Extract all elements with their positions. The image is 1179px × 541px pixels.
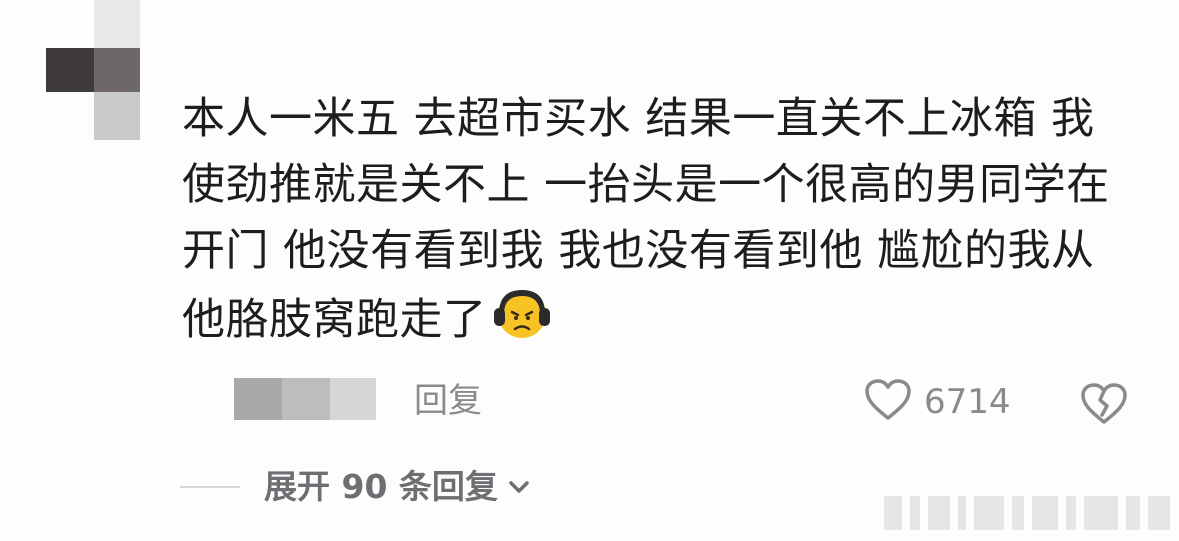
- watermark-block: [884, 496, 902, 530]
- dislike-button[interactable]: [1080, 382, 1128, 426]
- broken-heart-icon: [1080, 383, 1128, 430]
- avatar-mosaic-block: [94, 0, 140, 48]
- comment-line-last: 他胳肢窝跑走了: [182, 284, 1142, 350]
- watermark-block: [1066, 496, 1076, 530]
- avatar-mosaic-block: [46, 48, 94, 92]
- expand-replies-label: 展开 90 条回复: [264, 467, 498, 506]
- comment-actions: 回复 6714: [0, 370, 1179, 440]
- divider-line: [180, 486, 240, 488]
- comment-text: 本人一米五 去超市买水 结果一直关不上冰箱 我 使劲推就是关不上 一抬头是一个很…: [182, 86, 1142, 350]
- username-blurred[interactable]: [234, 378, 376, 420]
- watermark-block: [1126, 496, 1140, 530]
- like-button[interactable]: 6714: [864, 378, 1011, 426]
- watermark-block: [958, 496, 966, 530]
- chevron-down-icon: [506, 478, 532, 500]
- watermark-block: [1084, 496, 1118, 530]
- avatar[interactable]: [46, 0, 156, 140]
- expand-replies[interactable]: 展开 90 条回复: [180, 462, 532, 512]
- comment-line: 本人一米五 去超市买水 结果一直关不上冰箱 我: [182, 94, 1095, 144]
- watermark-block: [1032, 496, 1058, 530]
- comment-line: 他胳肢窝跑走了: [182, 295, 487, 345]
- watermark-block: [974, 496, 1004, 530]
- watermark-block: [1012, 496, 1024, 530]
- like-count: 6714: [924, 382, 1011, 422]
- avatar-mosaic-block: [94, 48, 140, 92]
- watermark: [884, 496, 1174, 530]
- heart-outline-icon: [864, 378, 912, 426]
- watermark-block: [928, 496, 950, 530]
- avatar-mosaic-block: [94, 92, 140, 140]
- comment-line: 使劲推就是关不上 一抬头是一个很高的男同学在: [182, 160, 1110, 210]
- username-mosaic-block: [330, 378, 376, 420]
- username-mosaic-block: [282, 378, 330, 420]
- grimace-face-emoji: [491, 284, 553, 359]
- reply-button[interactable]: 回复: [414, 380, 482, 422]
- comment-line: 开门 他没有看到我 我也没有看到他 尴尬的我从: [182, 226, 1095, 276]
- watermark-block: [1148, 496, 1170, 530]
- watermark-block: [910, 496, 920, 530]
- username-mosaic-block: [234, 378, 282, 420]
